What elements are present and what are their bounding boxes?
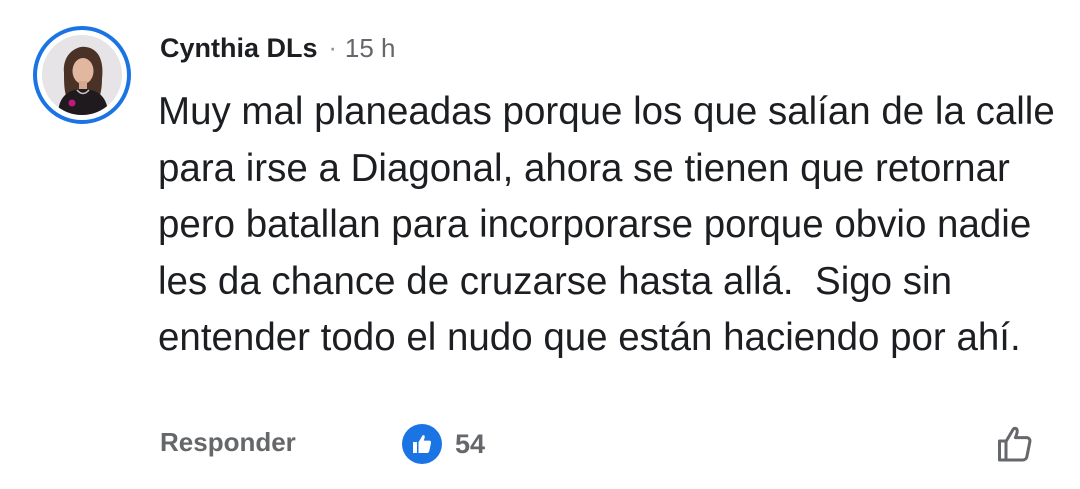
reactions-summary[interactable]: 54	[402, 423, 485, 465]
timestamp[interactable]: 15 h	[345, 33, 396, 64]
reaction-count: 54	[455, 428, 486, 459]
author-name[interactable]: Cynthia DLs	[160, 33, 318, 64]
thumbs-up-outline-icon	[998, 426, 1032, 462]
comment: Cynthia DLs · 15 h Muy mal planeadas por…	[0, 0, 1080, 489]
avatar-story-ring[interactable]	[33, 26, 131, 124]
comment-header: Cynthia DLs · 15 h	[160, 30, 395, 66]
like-button[interactable]	[993, 422, 1037, 466]
profile-photo-icon	[42, 35, 122, 115]
comment-text: Muy mal planeadas porque los que salían …	[158, 90, 1066, 360]
thumbs-up-icon	[402, 424, 442, 464]
avatar	[42, 35, 122, 115]
separator-dot: ·	[328, 33, 337, 62]
reply-button[interactable]: Responder	[160, 422, 296, 462]
comment-actions: Responder 54	[160, 422, 1050, 466]
